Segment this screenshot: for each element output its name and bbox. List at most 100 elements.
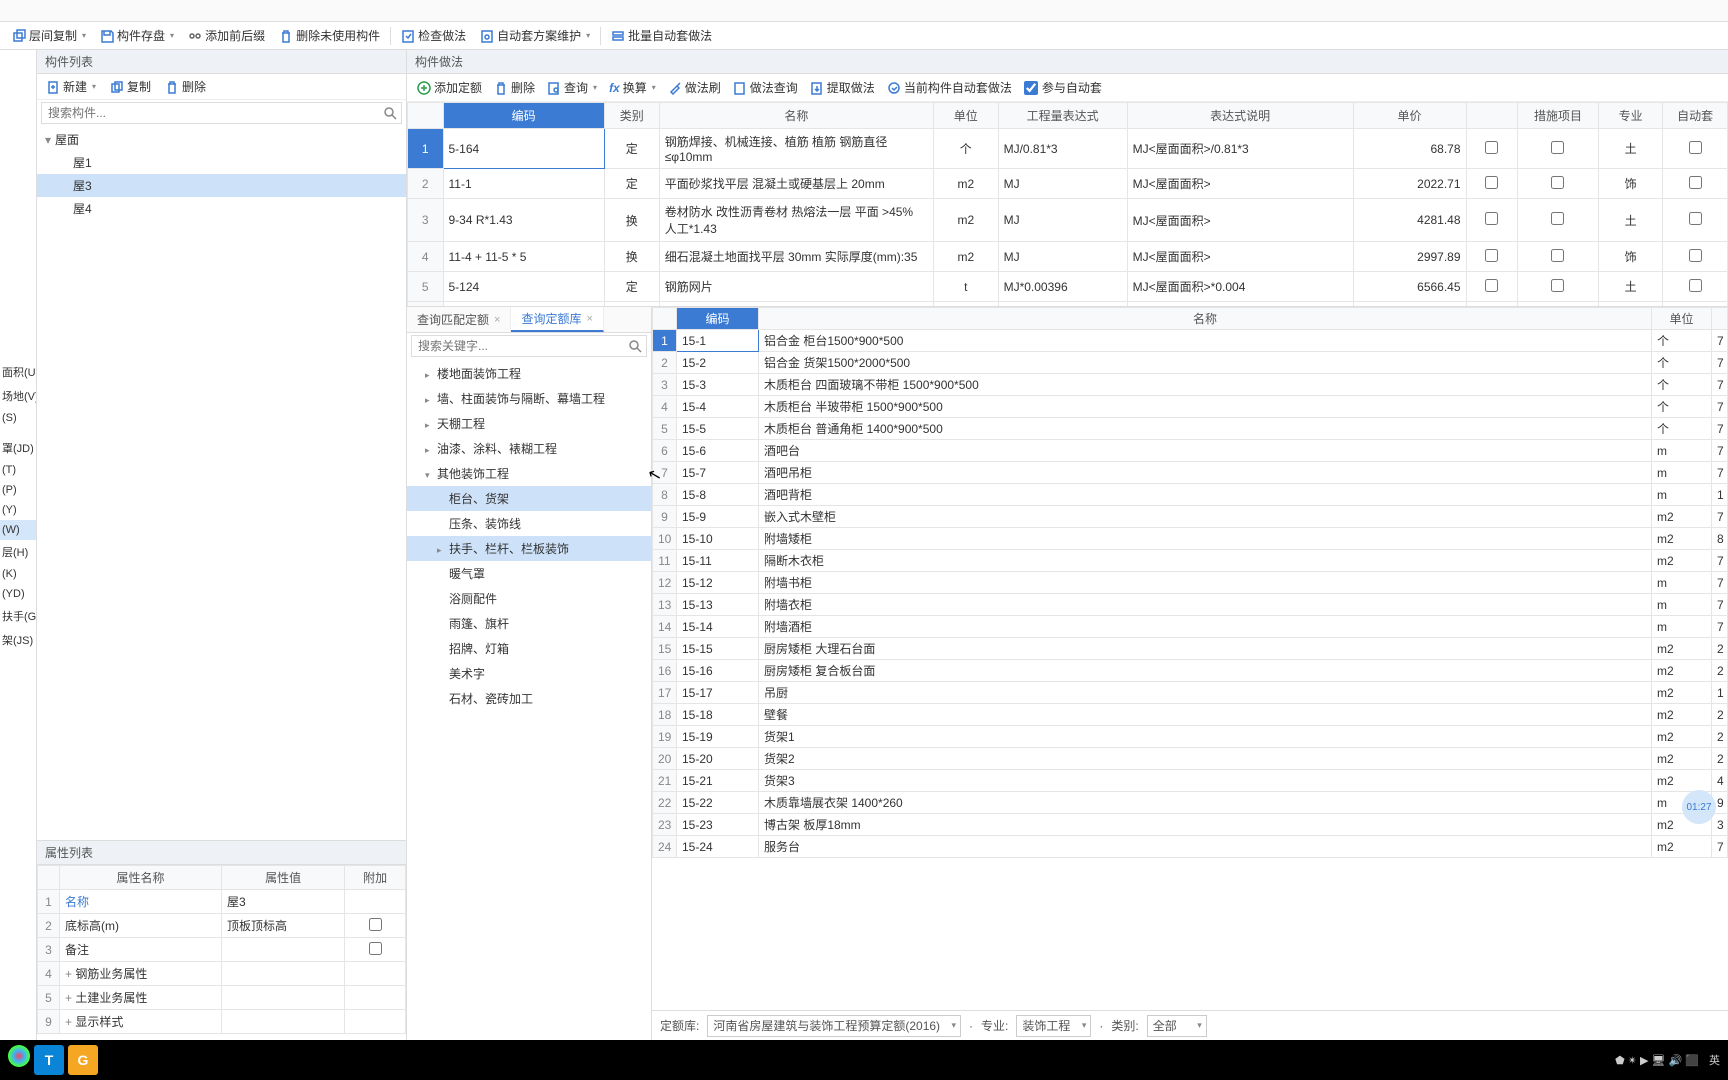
quota-result-row[interactable]: 515-5木质柜台 普通角柜 1400*900*500个7 <box>653 418 1728 440</box>
quota-result-row[interactable]: 2315-23博古架 板厚18mmm23 <box>653 814 1728 836</box>
quota-result-row[interactable]: 615-6酒吧台m7 <box>653 440 1728 462</box>
property-row[interactable]: 2底标高(m)顶板顶标高 <box>38 914 406 938</box>
method-row[interactable]: 55-124定钢筋网片tMJ*0.00396MJ<屋面面积>*0.0046566… <box>408 272 1728 302</box>
sidebar-category-item[interactable]: 层(H) <box>0 540 36 564</box>
quota-result-row[interactable]: 2115-21货架3m24 <box>653 770 1728 792</box>
taskbar-app-2[interactable]: T <box>34 1045 64 1075</box>
quota-result-table[interactable]: 编码名称单位 115-1铝合金 柜台1500*900*500个7215-2铝合金… <box>652 307 1728 858</box>
quota-result-row[interactable]: 315-3木质柜台 四面玻璃不带柜 1500*900*500个7 <box>653 374 1728 396</box>
method-row[interactable]: 211-1定平面砂浆找平层 混凝土或硬基层上 20mmm2MJMJ<屋面面积>2… <box>408 169 1728 199</box>
copy-floor-button[interactable]: 层间复制▾ <box>6 24 92 47</box>
quota-result-row[interactable]: 215-2铝合金 货架1500*2000*500个7 <box>653 352 1728 374</box>
method-row[interactable]: 411-4 + 11-5 * 5换细石混凝土地面找平层 30mm 实际厚度(mm… <box>408 242 1728 272</box>
copy-component-button[interactable]: 复制 <box>105 76 156 97</box>
category-tree-item[interactable]: 柜台、货架 <box>407 486 651 511</box>
method-query2-button[interactable]: 做法查询 <box>727 77 804 98</box>
current-auto-button[interactable]: 当前构件自动套做法 <box>881 77 1018 98</box>
quota-result-row[interactable]: 115-1铝合金 柜台1500*900*500个7 <box>653 330 1728 352</box>
quota-result-row[interactable]: 715-7酒吧吊柜m7 <box>653 462 1728 484</box>
specialty-select[interactable]: 装饰工程▾ <box>1016 1015 1091 1037</box>
sidebar-category-item[interactable]: (P) <box>0 480 36 500</box>
method-brush-button[interactable]: 做法刷 <box>662 77 727 98</box>
ime-indicator[interactable]: 英 <box>1709 1052 1720 1068</box>
quota-result-row[interactable]: 2415-24服务台m27 <box>653 836 1728 858</box>
auto-participate-checkbox[interactable]: 参与自动套 <box>1024 79 1102 96</box>
method-delete-button[interactable]: 删除 <box>488 77 541 98</box>
sidebar-category-item[interactable]: 罩(JD) <box>0 436 36 460</box>
component-tree-item[interactable]: 屋1 <box>37 151 406 174</box>
sidebar-category-item[interactable]: (S) <box>0 408 36 428</box>
quota-result-row[interactable]: 1515-15厨房矮柜 大理石台面m22 <box>653 638 1728 660</box>
extract-method-button[interactable]: 提取做法 <box>804 77 881 98</box>
category-tree-item[interactable]: 浴厕配件 <box>407 586 651 611</box>
close-icon[interactable]: × <box>494 314 500 326</box>
lib-select[interactable]: 河南省房屋建筑与装饰工程预算定额(2016)▾ <box>707 1015 961 1037</box>
category-tree-item[interactable]: 暖气罩 <box>407 561 651 586</box>
check-method-button[interactable]: 检查做法 <box>395 24 472 47</box>
quota-result-row[interactable]: 1115-11隔断木衣柜m27 <box>653 550 1728 572</box>
sidebar-category-item[interactable]: (YD) <box>0 584 36 604</box>
save-comp-button[interactable]: 构件存盘▾ <box>94 24 180 47</box>
tree-root[interactable]: ▾屋面 <box>37 128 406 151</box>
type-select[interactable]: 全部▾ <box>1147 1015 1207 1037</box>
category-tree-item[interactable]: 美术字 <box>407 661 651 686</box>
property-row[interactable]: 9+ 显示样式 <box>38 1010 406 1034</box>
windows-taskbar[interactable]: T G ⬟ ✴ ▶ 🖥 🔊 ⬛ 英 <box>0 1040 1728 1080</box>
sidebar-category-item[interactable]: (K) <box>0 564 36 584</box>
new-component-button[interactable]: 新建▾ <box>41 76 101 97</box>
sidebar-category-item[interactable]: 架(JS) <box>0 628 36 652</box>
delete-component-button[interactable]: 删除 <box>160 76 211 97</box>
category-tree-item[interactable]: 雨篷、旗杆 <box>407 611 651 636</box>
sidebar-category-item[interactable]: 场地(V) <box>0 384 36 408</box>
sidebar-category-item[interactable]: 面积(U) <box>0 360 36 384</box>
quota-result-row[interactable]: 1815-18壁餐m22 <box>653 704 1728 726</box>
method-row[interactable]: 39-34 R*1.43换卷材防水 改性沥青卷材 热熔法一层 平面 >45% 人… <box>408 199 1728 242</box>
quota-result-row[interactable]: 1415-14附墙酒柜m7 <box>653 616 1728 638</box>
quota-result-row[interactable]: 1215-12附墙书柜m7 <box>653 572 1728 594</box>
convert-button[interactable]: fx 换算▾ <box>603 77 662 98</box>
quota-result-row[interactable]: 915-9嵌入式木壁柜m27 <box>653 506 1728 528</box>
component-tree-item[interactable]: 屋3 <box>37 174 406 197</box>
sidebar-category-item[interactable] <box>0 428 36 436</box>
sidebar-category-item[interactable]: (Y) <box>0 500 36 520</box>
category-tree-item[interactable]: ▸墙、柱面装饰与隔断、幕墙工程 <box>407 386 651 411</box>
tab-match-quota[interactable]: 查询匹配定额× <box>407 307 511 332</box>
quota-result-row[interactable]: 1915-19货架1m22 <box>653 726 1728 748</box>
quota-result-row[interactable]: 2015-20货架2m22 <box>653 748 1728 770</box>
property-row[interactable]: 5+ 土建业务属性 <box>38 986 406 1010</box>
quota-result-row[interactable]: 2215-22木质靠墙展衣架 1400*260m9 <box>653 792 1728 814</box>
quota-result-row[interactable]: 1315-13附墙衣柜m7 <box>653 594 1728 616</box>
property-row[interactable]: 1名称屋3 <box>38 890 406 914</box>
category-tree-item[interactable]: ▾其他装饰工程 <box>407 461 651 486</box>
quota-result-row[interactable]: 1715-17吊厨m21 <box>653 682 1728 704</box>
add-quota-button[interactable]: 添加定额 <box>411 77 488 98</box>
sidebar-category-item[interactable]: (T) <box>0 460 36 480</box>
category-tree-item[interactable]: ▸扶手、栏杆、栏板装饰 <box>407 536 651 561</box>
property-row[interactable]: 4+ 钢筋业务属性 <box>38 962 406 986</box>
auto-maintain-button[interactable]: 自动套方案维护▾ <box>474 24 596 47</box>
close-icon[interactable]: × <box>586 313 592 325</box>
tab-quota-lib[interactable]: 查询定额库× <box>511 307 603 332</box>
delete-unused-button[interactable]: 删除未使用构件 <box>273 24 386 47</box>
quota-search-input[interactable] <box>411 335 647 357</box>
taskbar-app-3[interactable]: G <box>68 1045 98 1075</box>
component-tree-item[interactable]: 屋4 <box>37 197 406 220</box>
method-table[interactable]: 编码类别名称单位工程量表达式表达式说明单价措施项目专业自动套 15-164定钢筋… <box>407 102 1728 307</box>
category-tree-item[interactable]: 石材、瓷砖加工 <box>407 686 651 711</box>
quota-result-row[interactable]: 415-4木质柜台 半玻带柜 1500*900*500个7 <box>653 396 1728 418</box>
category-tree-item[interactable]: ▸天棚工程 <box>407 411 651 436</box>
method-row[interactable]: 15-164定钢筋焊接、机械连接、植筋 植筋 钢筋直径 ≤φ10mm个MJ/0.… <box>408 129 1728 169</box>
category-tree-item[interactable]: ▸油漆、涂料、裱糊工程 <box>407 436 651 461</box>
category-tree-item[interactable]: ▸楼地面装饰工程 <box>407 361 651 386</box>
method-query-button[interactable]: 查询▾ <box>541 77 603 98</box>
quota-result-row[interactable]: 815-8酒吧背柜m1 <box>653 484 1728 506</box>
add-prefix-suffix-button[interactable]: 添加前后缀 <box>182 24 271 47</box>
component-search-input[interactable] <box>41 102 402 124</box>
batch-auto-button[interactable]: 批量自动套做法 <box>605 24 718 47</box>
sidebar-category-item[interactable]: (W) <box>0 520 36 540</box>
sidebar-category-item[interactable]: 扶手(G) <box>0 604 36 628</box>
quota-result-row[interactable]: 1615-16厨房矮柜 复合板台面m22 <box>653 660 1728 682</box>
quota-result-row[interactable]: 1015-10附墙矮柜m28 <box>653 528 1728 550</box>
category-tree-item[interactable]: 压条、装饰线 <box>407 511 651 536</box>
taskbar-app-1[interactable] <box>8 1045 30 1067</box>
